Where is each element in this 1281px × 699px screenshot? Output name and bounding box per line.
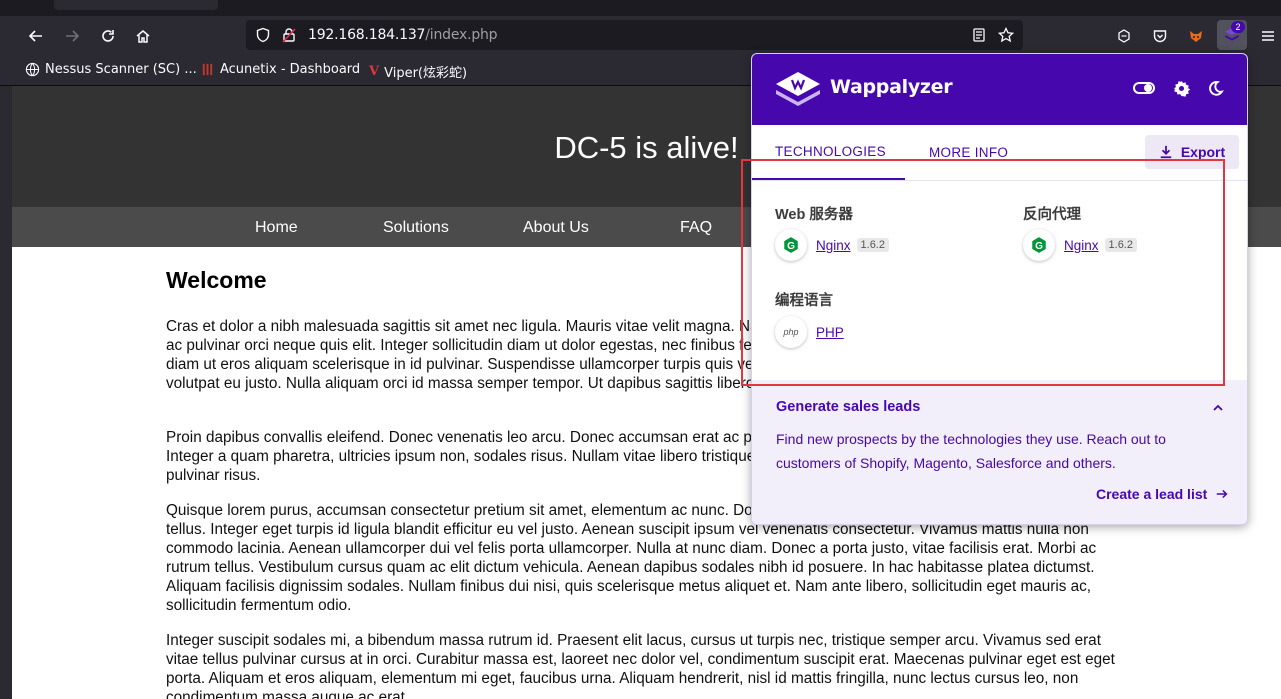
bookmark-label: Nessus Scanner (SC) ... xyxy=(45,62,197,77)
tab-technologies[interactable]: TECHNOLOGIES xyxy=(775,144,886,159)
forward-button[interactable] xyxy=(60,24,84,48)
wappalyzer-header: Wappalyzer xyxy=(752,54,1247,125)
wappalyzer-logo-icon xyxy=(776,72,820,106)
menu-button[interactable] xyxy=(1256,24,1280,48)
extension-badge: 2 xyxy=(1231,21,1245,33)
pocket-icon xyxy=(1153,30,1167,43)
arrow-left-icon xyxy=(28,30,42,42)
shield-icon[interactable] xyxy=(255,27,271,43)
bookmark-label: Viper(炫彩蛇) xyxy=(384,66,468,81)
wappalyzer-brand: Wappalyzer xyxy=(830,76,953,98)
bookmark-viper[interactable]: V Viper(炫彩蛇) xyxy=(369,62,467,81)
acunetix-icon xyxy=(202,63,213,76)
download-icon xyxy=(1160,145,1172,159)
gear-icon[interactable] xyxy=(1173,80,1190,97)
home-icon xyxy=(136,30,150,43)
chevron-up-icon[interactable] xyxy=(1212,402,1224,414)
viper-icon: V xyxy=(369,64,380,79)
arrow-right-icon xyxy=(1217,489,1228,499)
browser-tab[interactable] xyxy=(54,0,218,10)
bookmark-acunetix[interactable]: Acunetix - Dashboard xyxy=(200,62,360,77)
paragraph: Integer suscipit sodales mi, a bibendum … xyxy=(166,632,1115,699)
nav-about-us[interactable]: About Us xyxy=(523,219,589,237)
navigation-toolbar: 192.168.184.137/index.php 2 xyxy=(0,16,1281,56)
hamburger-icon xyxy=(1262,31,1274,41)
sidebar-strip xyxy=(0,86,12,699)
arrow-right-icon xyxy=(66,30,80,42)
page-heading: Welcome xyxy=(166,267,267,293)
toggle-icon[interactable] xyxy=(1133,81,1155,95)
reload-icon xyxy=(102,30,114,42)
pocket-button[interactable] xyxy=(1148,24,1172,48)
reader-view-icon[interactable] xyxy=(971,27,987,43)
moon-icon[interactable] xyxy=(1207,80,1224,97)
export-label: Export xyxy=(1180,144,1226,160)
wappalyzer-extension-button[interactable]: 2 xyxy=(1217,20,1247,50)
annotation-highlight-box xyxy=(741,159,1225,386)
tab-more-info[interactable]: MORE INFO xyxy=(929,145,1008,160)
create-lead-list-link[interactable]: Create a lead list xyxy=(1096,486,1229,502)
bookmark-star-icon[interactable] xyxy=(998,27,1014,43)
bookmark-label: Acunetix - Dashboard xyxy=(220,62,361,77)
url-bar[interactable]: 192.168.184.137/index.php xyxy=(246,20,1023,50)
url-host: 192.168.184.137 xyxy=(308,27,426,43)
extensions-button[interactable] xyxy=(1112,24,1136,48)
insecure-lock-icon[interactable] xyxy=(281,27,297,43)
fox-icon xyxy=(1190,31,1202,42)
reload-button[interactable] xyxy=(96,24,120,48)
back-button[interactable] xyxy=(24,24,48,48)
nav-faq[interactable]: FAQ xyxy=(680,219,712,237)
lead-link-label: Create a lead list xyxy=(1096,486,1208,502)
fox-extension-button[interactable] xyxy=(1184,24,1208,48)
leads-title[interactable]: Generate sales leads xyxy=(776,399,920,415)
bookmark-nessus[interactable]: Nessus Scanner (SC) ... xyxy=(25,62,197,77)
nav-solutions[interactable]: Solutions xyxy=(383,219,449,237)
tab-strip xyxy=(0,0,1281,16)
puzzle-icon xyxy=(1118,29,1130,43)
nav-home[interactable]: Home xyxy=(255,219,298,237)
sales-leads-panel: Generate sales leads Find new prospects … xyxy=(752,380,1247,524)
globe-icon xyxy=(25,62,40,77)
leads-description: Find new prospects by the technologies t… xyxy=(776,431,1166,471)
url-path: /index.php xyxy=(425,27,498,43)
home-button[interactable] xyxy=(131,24,155,48)
url-text[interactable]: 192.168.184.137/index.php xyxy=(308,27,498,43)
